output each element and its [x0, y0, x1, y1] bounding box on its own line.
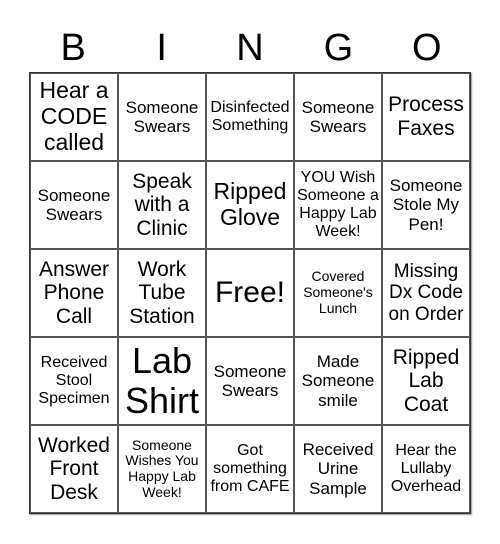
- bingo-cell[interactable]: Lab Shirt: [118, 337, 206, 425]
- bingo-cell[interactable]: Process Faxes: [382, 73, 470, 161]
- header-letter-i: I: [156, 27, 167, 69]
- bingo-cell[interactable]: Received Stool Specimen: [30, 337, 118, 425]
- bingo-cell[interactable]: Worked Front Desk: [30, 425, 118, 513]
- header-letter-o: O: [412, 27, 442, 69]
- bingo-cell[interactable]: YOU Wish Someone a Happy Lab Week!: [294, 161, 382, 249]
- header-letter-b: B: [60, 27, 86, 69]
- bingo-cell[interactable]: Got something from CAFE: [206, 425, 294, 513]
- bingo-cell[interactable]: Someone Swears: [294, 73, 382, 161]
- bingo-cell[interactable]: Someone Wishes You Happy Lab Week!: [118, 425, 206, 513]
- bingo-cell[interactable]: Answer Phone Call: [30, 249, 118, 337]
- bingo-cell[interactable]: Someone Swears: [30, 161, 118, 249]
- bingo-cell[interactable]: Someone Swears: [206, 337, 294, 425]
- bingo-cell[interactable]: Ripped Glove: [206, 161, 294, 249]
- bingo-cell[interactable]: Someone Swears: [118, 73, 206, 161]
- bingo-cell[interactable]: Covered Someone's Lunch: [294, 249, 382, 337]
- header-letter-g: G: [323, 27, 354, 69]
- bingo-cell[interactable]: Hear a CODE called: [30, 73, 118, 161]
- bingo-cell[interactable]: Speak with a Clinic: [118, 161, 206, 249]
- bingo-cell[interactable]: Hear the Lullaby Overhead: [382, 425, 470, 513]
- bingo-cell[interactable]: Disinfected Something: [206, 73, 294, 161]
- bingo-cell[interactable]: Made Someone smile: [294, 337, 382, 425]
- bingo-cell[interactable]: Someone Stole My Pen!: [382, 161, 470, 249]
- bingo-header: B I N G O: [29, 24, 471, 72]
- bingo-card: Hear a CODE called Someone Swears Disinf…: [29, 72, 471, 514]
- header-letter-n: N: [236, 27, 264, 69]
- bingo-cell[interactable]: Work Tube Station: [118, 249, 206, 337]
- bingo-cell[interactable]: Missing Dx Code on Order: [382, 249, 470, 337]
- bingo-cell[interactable]: Received Urine Sample: [294, 425, 382, 513]
- bingo-cell[interactable]: Ripped Lab Coat: [382, 337, 470, 425]
- free-space[interactable]: Free!: [206, 249, 294, 337]
